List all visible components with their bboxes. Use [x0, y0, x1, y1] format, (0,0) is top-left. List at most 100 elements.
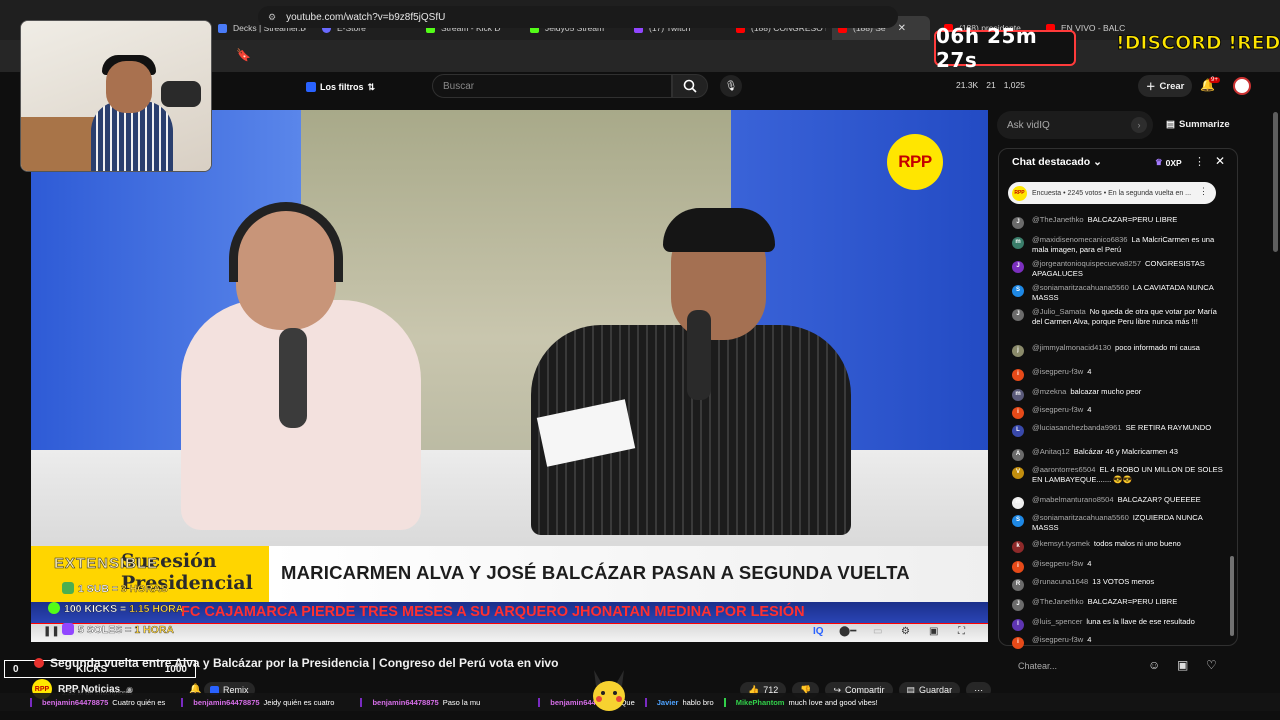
chat-user-avatar[interactable]: m	[1012, 497, 1024, 509]
chat-username[interactable]: @runacuna1648	[1032, 577, 1088, 586]
chat-text: balcazar mucho peor	[1070, 387, 1142, 396]
host-right-hair	[663, 208, 775, 252]
submit-arrow-icon[interactable]: ›	[1131, 117, 1147, 133]
chat-username[interactable]: @Julio_Samata	[1032, 307, 1086, 316]
chat-message-body: @luciasanchezbanda9961 SE RETIRA RAYMUNDO	[1032, 423, 1211, 437]
chat-message-body: @maxidisenomecanico6836 La MalcriCarmen e…	[1032, 235, 1224, 254]
chat-user-avatar[interactable]: R	[1012, 579, 1024, 591]
chat-username[interactable]: @Anitaq12	[1032, 447, 1070, 456]
chat-user-avatar[interactable]: i	[1012, 561, 1024, 573]
chat-user-avatar[interactable]: i	[1012, 407, 1024, 419]
chat-message: i @isegperu-f3w 4	[1012, 559, 1224, 573]
pause-icon[interactable]: ❚❚	[43, 626, 60, 637]
search-icon	[683, 79, 697, 93]
emoji-icon[interactable]: ☺	[1148, 658, 1160, 672]
chat-user-avatar[interactable]: k	[1012, 541, 1024, 553]
chat-username[interactable]: @aarontorres6504	[1032, 465, 1095, 474]
chat-username[interactable]: @isegperu-f3w	[1032, 635, 1083, 644]
filters-button[interactable]: Los filtros ⇅	[306, 78, 375, 96]
site-settings-icon[interactable]: ⚙	[268, 12, 276, 23]
tab-close-icon[interactable]: ✕	[898, 23, 906, 34]
bookmark-icon[interactable]: 🔖	[236, 48, 251, 62]
chat-user-avatar[interactable]: J	[1012, 309, 1024, 321]
chat-username[interactable]: @mzekna	[1032, 387, 1066, 396]
create-button[interactable]: ＋ Crear	[1138, 75, 1193, 97]
chat-username[interactable]: @isegperu-f3w	[1032, 405, 1083, 414]
chat-username[interactable]: @isegperu-f3w	[1032, 367, 1083, 376]
chat-user-avatar[interactable]: J	[1012, 261, 1024, 273]
chat-message-body: @jimmyalmonacid4130 poco informado mi cau…	[1032, 343, 1200, 357]
heart-icon[interactable]: ♡	[1206, 658, 1217, 672]
chat-username[interactable]: @TheJanethko	[1032, 597, 1084, 606]
chat-username[interactable]: @kemsyt.tysmek	[1032, 539, 1090, 548]
chat-user-avatar[interactable]: l	[1012, 619, 1024, 631]
chat-message-body: @kemsyt.tysmek todos malos ni uno bueno	[1032, 539, 1181, 553]
chat-user-avatar[interactable]: i	[1012, 637, 1024, 649]
chat-message-body: @TheJanethko BALCAZAR=PERU LIBRE	[1032, 597, 1177, 611]
video-player[interactable]: RPP Sucesión Presidencial MARICARMEN ALV…	[31, 110, 988, 642]
search-button[interactable]	[672, 74, 708, 98]
crown-icon: ♛	[1155, 157, 1163, 167]
chat-username[interactable]: @isegperu-f3w	[1032, 559, 1083, 568]
chat-user-avatar[interactable]: J	[1012, 217, 1024, 229]
chat-user-avatar[interactable]: m	[1012, 389, 1024, 401]
chat-user-avatar[interactable]: j	[1012, 345, 1024, 357]
voice-search-button[interactable]: 🎙	[720, 75, 742, 97]
chat-user-avatar[interactable]: V	[1012, 467, 1024, 479]
page-scrollbar[interactable]	[1273, 112, 1278, 252]
autoplay-toggle[interactable]: ⬤━	[839, 626, 856, 637]
chat-poll-banner[interactable]: RPP Encuesta • 2245 votos • En la segund…	[1008, 182, 1216, 204]
chat-user-avatar[interactable]: J	[1012, 599, 1024, 611]
ticker-message: benjamin64478875 Paso la mu	[360, 697, 490, 707]
chat-text: SE RETIRA RAYMUNDO	[1125, 423, 1212, 432]
chat-user-avatar[interactable]: L	[1012, 425, 1024, 437]
chat-mode-dropdown[interactable]: Chat destacado ⌄	[1012, 156, 1102, 168]
chat-message: j @jimmyalmonacid4130 poco informado mi ca…	[1012, 343, 1224, 357]
more-options-icon[interactable]: ⋮	[1194, 155, 1205, 168]
commands-overlay: !DISCORD !REDES	[1115, 32, 1280, 55]
filter-icon: ⇅	[367, 81, 376, 92]
tab-favicon-icon	[218, 23, 227, 33]
chat-username[interactable]: @luis_spencer	[1032, 617, 1082, 626]
chat-user-avatar[interactable]: S	[1012, 515, 1024, 527]
miniplayer-icon[interactable]: ▣	[929, 626, 938, 637]
plus-icon: ＋	[1146, 82, 1156, 93]
chat-user-avatar[interactable]: A	[1012, 449, 1024, 461]
close-icon[interactable]: ✕	[1215, 154, 1225, 168]
chat-username[interactable]: @luciasanchezbanda9961	[1032, 423, 1122, 432]
search-input[interactable]: Buscar	[432, 74, 672, 98]
chat-message: i @isegperu-f3w 4	[1012, 405, 1224, 419]
chat-username[interactable]: @TheJanethko	[1032, 215, 1084, 224]
chat-username[interactable]: @soniamaritzacahuana5560	[1032, 513, 1129, 522]
chat-message: S @soniamaritzacahuana5560 LA CAVIATADA NU…	[1012, 283, 1224, 302]
more-options-icon[interactable]: ⋮	[1199, 186, 1208, 197]
avatar[interactable]	[1233, 77, 1251, 95]
chat-user-avatar[interactable]: S	[1012, 285, 1024, 297]
chat-message-body: @isegperu-f3w 4	[1032, 559, 1091, 573]
chat-username[interactable]: @soniamaritzacahuana5560	[1032, 283, 1129, 292]
chat-input[interactable]: Chatear...	[1010, 656, 1150, 676]
chat-message: V @aarontorres6504 EL 4 ROBO UN MILLON DE …	[1012, 465, 1224, 484]
chat-user-avatar[interactable]: m	[1012, 237, 1024, 249]
live-indicator-icon	[34, 658, 44, 668]
fullscreen-icon[interactable]: ⛶	[958, 626, 965, 637]
super-chat-icon[interactable]: ▣	[1177, 658, 1188, 672]
chat-scrollbar[interactable]	[1230, 556, 1234, 636]
chat-username[interactable]: @maxidisenomecanico6836	[1032, 235, 1128, 244]
chat-username[interactable]: @jimmyalmonacid4130	[1032, 343, 1111, 352]
chat-username[interactable]: @mabelmanturano8504	[1032, 495, 1114, 504]
ticker-message: Javier hablo bro	[644, 697, 724, 707]
chat-message-body: @TheJanethko BALCAZAR=PERU LIBRE	[1032, 215, 1177, 229]
chat-xp-badge[interactable]: ♛ 0XP	[1155, 157, 1182, 168]
poll-avatar: RPP	[1012, 185, 1027, 201]
url-field[interactable]: ⚙ youtube.com/watch?v=b9z8f5jQSfU	[258, 6, 898, 28]
chat-user-avatar[interactable]: i	[1012, 369, 1024, 381]
summarize-button[interactable]: ▤ Summarize	[1166, 119, 1230, 130]
vidiq-player-icon[interactable]: IQ	[813, 626, 824, 637]
settings-gear-icon[interactable]: ⚙	[901, 626, 910, 637]
chat-message-body: @aarontorres6504 EL 4 ROBO UN MILLON DE S…	[1032, 465, 1224, 484]
subtitles-icon[interactable]: ▭	[873, 626, 882, 637]
chat-username[interactable]: @jorgeantonioquispecueva8257	[1032, 259, 1141, 268]
ask-vidiq-input[interactable]: Ask vidIQ ›	[997, 111, 1153, 139]
stream-chat-ticker: benjamin64478875 Cuatro quién es benjamin…	[0, 693, 1280, 711]
